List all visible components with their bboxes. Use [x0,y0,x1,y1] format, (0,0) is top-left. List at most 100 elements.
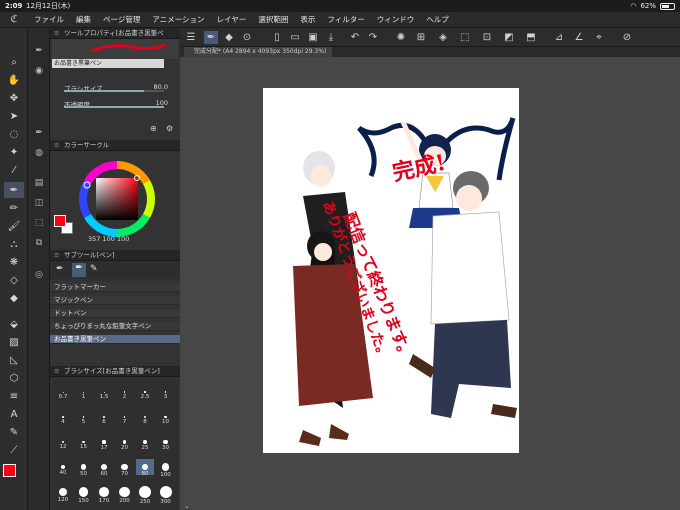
fill-icon[interactable]: ⬙ [4,316,24,332]
new-file-icon[interactable]: ▯ [270,31,284,44]
canvas-scroll-down-icon[interactable]: ⌄ [184,502,190,510]
transform-icon[interactable]: ⬚ [458,31,472,44]
brush-size-option[interactable]: 8 [136,409,154,425]
menu-page-management[interactable]: ページ管理 [97,14,146,25]
subtool-item[interactable]: マジックペン [50,296,180,305]
brush-size-option[interactable]: 1 [75,384,93,400]
pen-group-active-icon[interactable]: ✒ [72,263,86,277]
opacity-property[interactable]: 不透明度 100 [64,98,178,109]
arrow-select-icon[interactable]: ➤ [4,108,24,124]
brush-size-property[interactable]: ブラシサイズ 80.0 [64,82,178,93]
pen-mode-icon[interactable]: ✒ [204,31,218,44]
balloon-icon[interactable]: ✎ [4,424,24,440]
wrench-icon[interactable]: ⚙ [166,124,173,133]
fill-selection-icon[interactable]: ◈ [436,31,450,44]
brush-size-option[interactable]: 15 [75,434,93,450]
pen-pressure-icon[interactable]: ⊘ [620,31,634,44]
menu-edit[interactable]: 編集 [70,14,97,25]
color-slider-tab-icon[interactable]: ▤ [31,176,47,190]
brush-size-option[interactable]: 1.5 [95,384,113,400]
airbrush-icon[interactable]: ⛬ [4,236,24,252]
tool-settings-tab-icon[interactable]: ✒ [31,126,47,140]
color-circle-swatch[interactable] [54,215,74,235]
pen-group-icon[interactable]: ✒ [56,264,64,274]
brush-size-option[interactable]: 170 [95,484,113,504]
loading-icon[interactable]: ✺ [394,31,408,44]
brush-size-option[interactable]: 70 [116,459,134,477]
layer-tab-icon[interactable]: ◫ [31,196,47,210]
brush-size-option[interactable]: 50 [75,459,93,477]
brush-size-option[interactable]: 60 [95,459,113,477]
brush-size-option[interactable]: 30 [157,434,175,451]
foreground-color[interactable] [3,464,16,477]
export-icon[interactable]: ⤓ [324,31,338,44]
zoom-icon[interactable]: ⌕ [4,54,24,70]
marker-group-icon[interactable]: ✎ [90,264,98,274]
brush-size-option[interactable]: 300 [157,484,175,505]
brush-size-option[interactable]: 250 [136,484,154,505]
opacity-slider[interactable] [64,106,164,108]
brush-size-option[interactable]: 80 [136,459,154,477]
canvas-tab[interactable]: 完成分配* (A4 2894 x 4093px 350dpi 29.3%) [184,47,333,57]
brush-size-option[interactable]: 4 [54,409,72,425]
brush-size-tab-icon[interactable]: ◉ [31,64,47,78]
canvas-paper[interactable]: 完成! 配信って終わります。 ありがとうございました。 [263,88,519,479]
brush-size-option[interactable]: 20 [116,434,134,451]
brush-size-option[interactable]: 25 [136,434,154,451]
brush-size-option[interactable]: 5 [75,409,93,425]
brush-size-option[interactable]: 2.5 [136,384,154,400]
subtool-item[interactable]: ドットペン [50,309,180,318]
subtool-item[interactable]: ちょっぴりまっ丸な鉛筆文字ペン [50,322,180,331]
menu-filter[interactable]: フィルター [321,14,370,25]
brush-size-option[interactable]: 200 [116,484,134,504]
gradient-icon[interactable]: ▨ [4,334,24,350]
ruler-icon[interactable]: ≡ [4,388,24,404]
decoration-icon[interactable]: ❋ [4,254,24,270]
ruler-snap-icon[interactable]: ⊿ [552,31,566,44]
menu-selection[interactable]: 選択範囲 [252,14,294,25]
color-circle-fg-color[interactable] [54,215,66,227]
menu-view[interactable]: 表示 [294,14,321,25]
add-icon[interactable]: ⊕ [150,124,157,133]
save-icon[interactable]: ▣ [306,31,320,44]
brush-size-option[interactable]: 7 [116,409,134,425]
menu-animation[interactable]: アニメーション [146,14,210,25]
grid-snap-icon[interactable]: ⌖ [592,31,606,44]
color-set-tab-icon[interactable]: ◍ [31,146,47,160]
brush-size-option[interactable]: 40 [54,459,72,476]
brush-size-option[interactable]: 12 [54,434,72,450]
brush-size-option[interactable]: 150 [75,484,93,504]
stroke-icon[interactable]: ⊙ [240,31,254,44]
main-color-swatch[interactable] [3,464,25,486]
brush-size-option[interactable]: 6 [95,409,113,425]
subtool-tab-icon[interactable]: ◎ [31,268,47,282]
menu-file[interactable]: ファイル [28,14,70,25]
subtool-item[interactable]: フラットマーカー [50,283,180,292]
blend-icon[interactable]: ◆ [4,290,24,306]
hand-icon[interactable]: ✋ [4,72,24,88]
eraser-icon[interactable]: ◇ [4,272,24,288]
clear-icon[interactable]: ⊞ [414,31,428,44]
layer-property-tab-icon[interactable]: ⬚ [31,216,47,230]
figure-icon[interactable]: ◺ [4,352,24,368]
subtool-item-selected[interactable]: お品書き黒筆ペン [50,335,180,344]
brush-size-slider[interactable] [64,90,164,92]
show-selection-icon[interactable]: ⬒ [524,31,538,44]
magic-wand-icon[interactable]: ✦ [4,144,24,160]
frame-icon[interactable]: ⬡ [4,370,24,386]
menu-icon[interactable]: ☰ [184,31,198,44]
canvas-area[interactable]: 完成! 配信って終わります。 ありがとうございました。 ⌄ [180,57,680,510]
deselect-icon[interactable]: ⊡ [480,31,494,44]
brush-size-option[interactable]: 120 [54,484,72,503]
redo-icon[interactable]: ↷ [366,31,380,44]
snap-icon[interactable]: ◆ [222,31,236,44]
history-tab-icon[interactable]: ⧉ [31,236,47,250]
brush-size-option[interactable]: 100 [157,459,175,478]
pencil-icon[interactable]: ✏ [4,200,24,216]
menu-layer[interactable]: レイヤー [211,14,253,25]
correct-line-icon[interactable]: ⟋ [4,442,24,458]
brush-size-option[interactable]: 0.7 [54,384,72,400]
move-icon[interactable]: ✥ [4,90,24,106]
lasso-icon[interactable]: ◌ [4,126,24,142]
pen-tool-icon[interactable]: ✒ [4,182,24,198]
